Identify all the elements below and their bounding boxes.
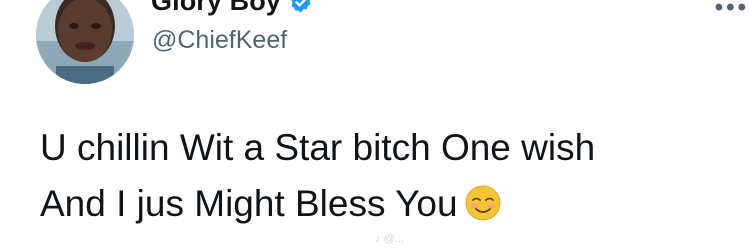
tweet-text: U chillin Wit a Star bitch One wish And … <box>40 120 730 232</box>
watermark: ♪ @... <box>375 233 404 245</box>
name-row: Glory Boy <box>151 0 313 17</box>
avatar[interactable] <box>36 0 134 84</box>
tweet-line-2: And I jus Might Bless You <box>40 176 730 232</box>
user-handle[interactable]: @ChiefKeef <box>152 26 287 55</box>
display-name[interactable]: Glory Boy <box>151 0 281 17</box>
more-options-icon[interactable]: ••• <box>715 0 749 22</box>
verified-badge-icon <box>289 0 313 14</box>
tweet-line-2-text: And I jus Might Bless You <box>40 183 458 224</box>
avatar-photo <box>36 0 134 84</box>
tweet-line-1: U chillin Wit a Star bitch One wish <box>40 127 596 168</box>
smiling-face-with-blush-icon <box>464 182 502 221</box>
